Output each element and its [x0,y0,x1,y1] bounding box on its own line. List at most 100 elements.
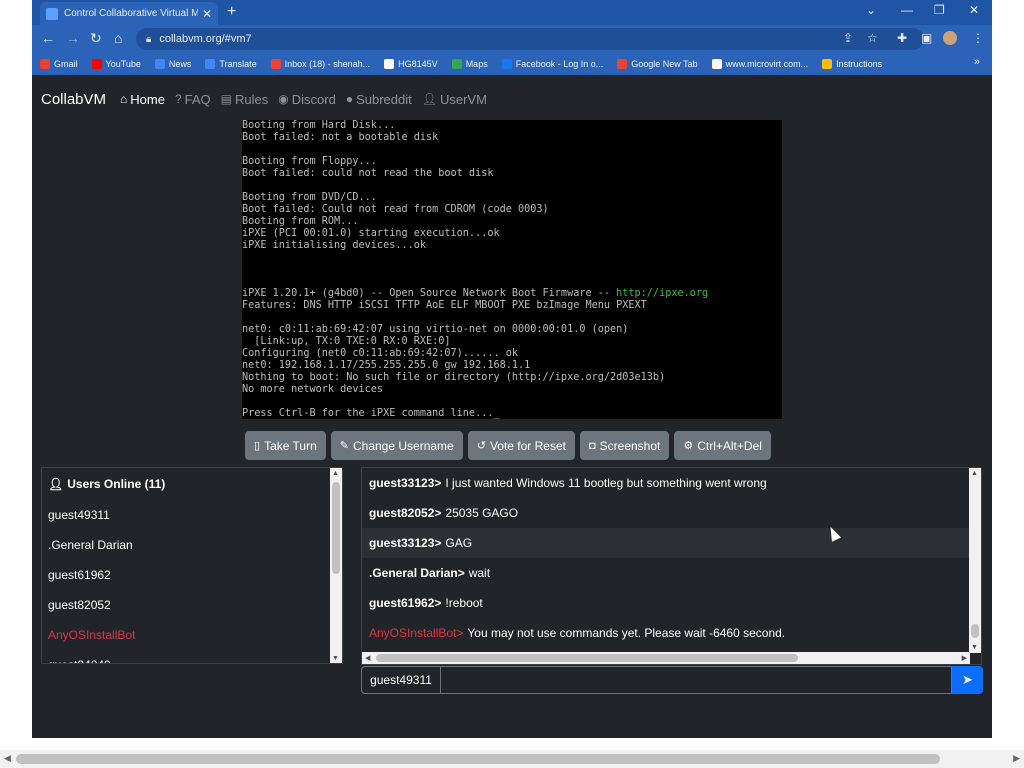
translate-icon [205,59,216,69]
nav-link-label: Discord [291,91,336,107]
chat-panel: guest33123> I just wanted Windows 11 boot… [361,467,982,665]
bookmark-item[interactable]: HG8145V [384,59,438,69]
page-scroll-left-icon[interactable]: ◀ [4,753,11,764]
chat-scroll-down-arrow-icon[interactable]: ▼ [971,644,978,651]
bookmark-item[interactable]: Gmail [40,59,78,69]
bookmark-item[interactable]: Facebook - Log In o... [501,59,603,69]
minimize-button[interactable]: — [901,3,913,17]
page-horizontal-scrollbar[interactable]: ◀ ▶ [0,750,1024,768]
chat-message-author: AnyOSInstallBot> [369,626,464,640]
share-icon[interactable]: ⇪ [843,31,853,45]
chat-scroll-right-arrow-icon[interactable]: ▶ [962,654,967,662]
user-list-item[interactable]: guest49311 [42,500,342,530]
home-button[interactable]: ⌂ [114,30,122,46]
users-scrollbar-thumb[interactable] [332,482,340,574]
chat-message: AnyOSInstallBot> You may not use commands… [362,618,981,648]
vote-for-reset-button[interactable]: ↺ Vote for Reset [467,431,575,460]
chat-vscroll-thumb[interactable] [971,624,979,638]
bookmark-label: www.microvirt.com... [725,59,809,69]
take-turn-button[interactable]: ▯ Take Turn [245,431,326,460]
back-button[interactable]: ← [41,30,55,46]
google-icon [617,59,628,69]
chat-message: guest61962> !reboot [362,588,981,618]
site-navbar: CollabVM ⌂ Home ? FAQ ▤ Rules ◉ Discord ● Subredd… [32,80,992,118]
nav-link-home[interactable]: ⌂ Home [120,92,165,107]
vm-console-text: Booting from Hard Disk... Boot failed: n… [242,120,611,299]
news-icon [154,59,165,69]
bookmark-item[interactable]: Inbox (18) - shenah... [270,59,370,69]
bookmark-item[interactable]: Translate [205,59,257,69]
nav-link-reddit[interactable]: ● Subreddit [346,92,412,107]
change-username-button[interactable]: ✎ Change Username [330,431,463,460]
chat-message-author: .General Darian> [369,566,465,580]
bookmarks-bar: Gmail YouTube News Translate Inbox (18) - sh… [32,53,992,75]
users-online-header: 👤︎ Users Online (11) [42,468,342,500]
bookmark-item[interactable]: YouTube [91,59,141,69]
question-icon: ? [174,92,182,106]
user-list-item[interactable]: guest84849 [42,650,342,663]
bookmark-item[interactable]: Google New Tab [617,59,698,69]
chat-message: .General Darian> wait [362,558,981,588]
screenshot-button[interactable]: ◘ Screenshot [579,431,670,460]
discord-icon: ◉ [278,92,289,106]
tab-search-icon[interactable]: ⌄ [866,3,876,17]
browser-tab[interactable]: Control Collaborative Virtual Ma... ✕ [40,2,218,25]
chat-message-input[interactable] [441,666,952,694]
nav-link-discord[interactable]: ◉ Discord [278,92,336,107]
chat-message-author: guest61962> [369,596,442,610]
bookmark-item[interactable]: News [154,59,192,69]
chat-hscroll-thumb[interactable] [376,654,798,662]
nav-link-clipboard[interactable]: ▤ Rules [221,92,269,107]
bookmark-item[interactable]: www.microvirt.com... [711,59,809,69]
browser-toolbar: ← → ↻ ⌂ 🔒︎ collabvm.org/#vm7 ⇪ ☆ ✚ ▣ ⋮ [32,25,992,53]
close-window-button[interactable]: ✕ [969,3,979,17]
mouse-icon: ▯ [254,440,261,452]
users-scrollbar[interactable]: ▲ ▼ [330,468,342,663]
extensions-icon[interactable]: ✚ [897,31,907,45]
page-scroll-right-icon[interactable]: ▶ [1013,753,1020,764]
home-icon: ⌂ [120,92,128,106]
ctrl-alt-del-button[interactable]: ⚙ Ctrl+Alt+Del [674,431,771,460]
chat-horizontal-scrollbar[interactable]: ◀ ▶ [362,652,970,664]
close-tab-icon[interactable]: ✕ [202,7,212,21]
vm-display[interactable]: Booting from Hard Disk... Boot failed: n… [242,120,782,419]
maximize-button[interactable]: ❐ [934,3,945,17]
user-list-item[interactable]: AnyOSInstallBot [42,620,342,650]
send-button[interactable]: ➤ [952,666,983,694]
bookmark-label: Google New Tab [631,59,698,69]
maps-icon [451,59,462,69]
user-list-item[interactable]: guest61962 [42,560,342,590]
profile-avatar[interactable] [943,31,957,45]
side-panel-icon[interactable]: ▣ [921,31,932,45]
chat-scroll-up-arrow-icon[interactable]: ▲ [971,470,978,477]
lock-icon: 🔒︎ [146,33,152,45]
site-brand[interactable]: CollabVM [41,91,106,108]
address-bar[interactable]: 🔒︎ collabvm.org/#vm7 [136,28,924,50]
user-list-item[interactable]: guest82052 [42,590,342,620]
user-list-item[interactable]: .General Darian [42,530,342,560]
scroll-down-arrow-icon[interactable]: ▼ [332,655,339,662]
nav-link-user[interactable]: 👤︎ UserVM [422,92,487,107]
new-tab-button[interactable]: + [227,3,236,21]
bookmark-label: Maps [465,59,488,69]
menu-icon[interactable]: ⋮ [972,31,984,45]
more-bookmarks-icon[interactable]: » [974,56,980,68]
address-text: collabvm.org/#vm7 [159,33,252,45]
chat-scroll-left-arrow-icon[interactable]: ◀ [365,654,370,662]
vm-button-label: Ctrl+Alt+Del [697,438,762,453]
chat-message-author: guest82052> [369,506,442,520]
reload-button[interactable]: ↻ [90,30,102,47]
forward-button[interactable]: → [66,30,80,46]
nav-link-question[interactable]: ? FAQ [175,92,211,107]
chat-message-author: guest33123> [369,476,442,490]
chat-vertical-scrollbar[interactable]: ▲ ▼ [969,468,981,653]
vm-button-label: Take Turn [264,438,317,453]
bookmark-star-icon[interactable]: ☆ [867,31,878,45]
bookmark-item[interactable]: Instructions [822,59,882,69]
chat-message: guest82052> 25035 GAGO [362,498,981,528]
collabvm-favicon-icon [46,7,58,20]
bookmark-label: News [168,59,192,69]
bookmark-item[interactable]: Maps [451,59,488,69]
page-scroll-thumb[interactable] [16,754,940,764]
scroll-up-arrow-icon[interactable]: ▲ [332,470,339,477]
